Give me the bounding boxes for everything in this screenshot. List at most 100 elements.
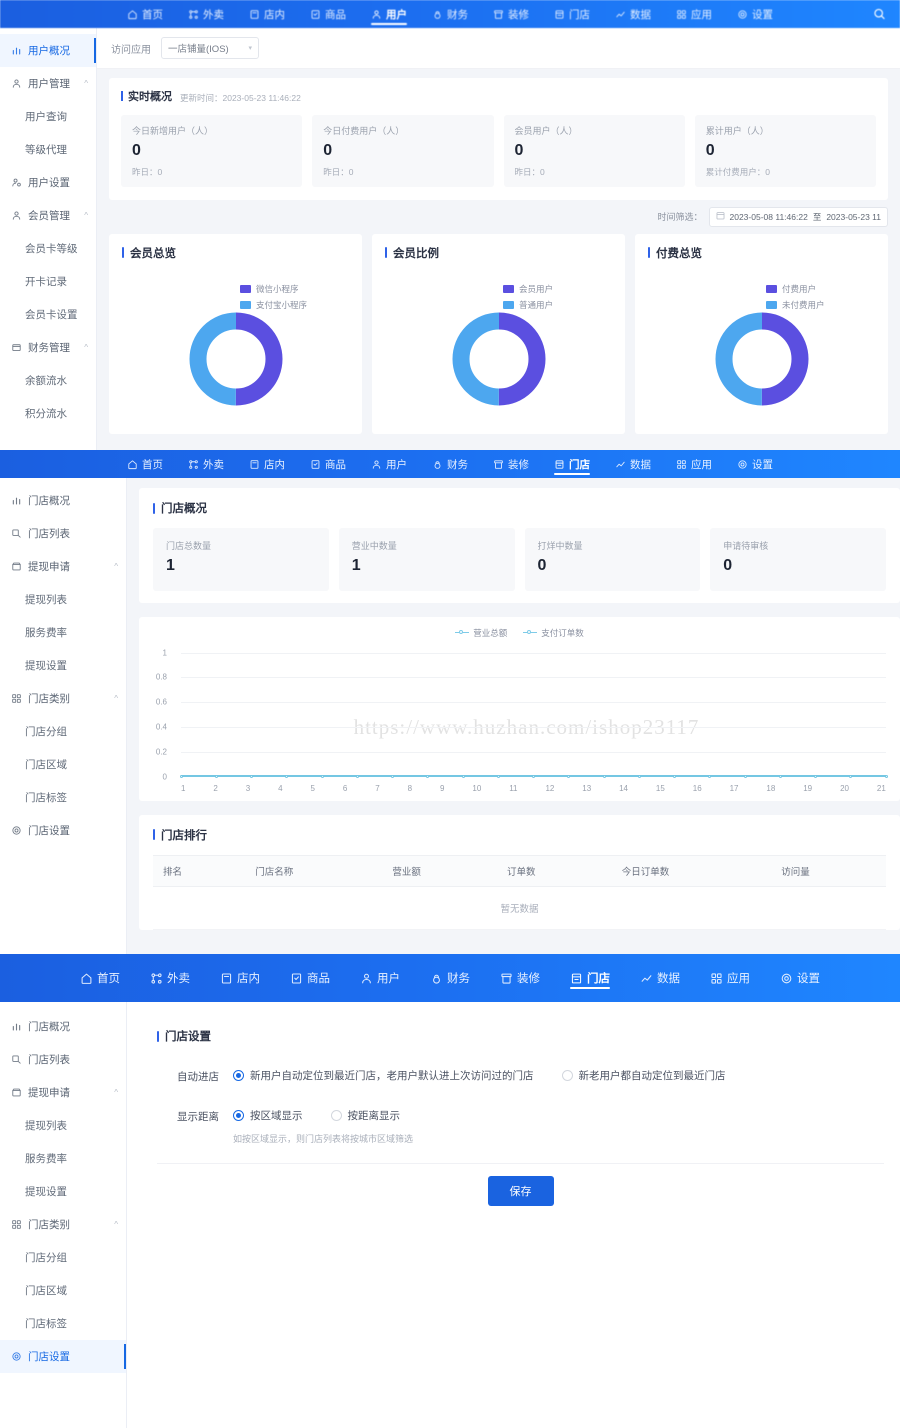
sidebar-item-提现申请[interactable]: 提现申请 ^: [0, 550, 126, 583]
nav-item-门店[interactable]: 门店: [550, 454, 594, 475]
sidebar-item-门店设置[interactable]: 门店设置: [0, 814, 126, 847]
home-icon: [127, 459, 138, 470]
chevron-up-icon[interactable]: ^: [84, 211, 88, 220]
chevron-up-icon[interactable]: ^: [114, 694, 118, 703]
nav-item-首页[interactable]: 首页: [76, 967, 124, 989]
store-icon: [554, 459, 565, 470]
sidebar-item-会员卡等级[interactable]: 会员卡等级: [0, 232, 96, 265]
auto-enter-label: 自动进店: [177, 1071, 219, 1083]
sidebar-item-用户查询[interactable]: 用户查询: [0, 100, 96, 133]
save-button[interactable]: 保存: [487, 1176, 554, 1206]
sidebar-item-门店分组[interactable]: 门店分组: [0, 715, 126, 748]
nav-item-label: 店内: [264, 458, 285, 471]
nav-item-商品[interactable]: 商品: [286, 967, 334, 989]
nav-item-商品[interactable]: 商品: [306, 4, 350, 25]
sidebar-item-提现设置[interactable]: 提现设置: [0, 649, 126, 682]
sidebar-item-门店设置[interactable]: 门店设置: [0, 1340, 126, 1373]
nav-item-用户[interactable]: 用户: [356, 967, 404, 989]
chevron-up-icon[interactable]: ^: [84, 343, 88, 352]
nav-item-首页[interactable]: 首页: [123, 4, 167, 25]
sidebar-item-提现列表[interactable]: 提现列表: [0, 583, 126, 616]
chevron-up-icon[interactable]: ^: [84, 79, 88, 88]
sidebar-item-门店概况[interactable]: 门店概况: [0, 1010, 126, 1043]
nav-item-应用[interactable]: 应用: [706, 967, 754, 989]
radio-indicator[interactable]: [561, 1070, 573, 1081]
sidebar-item-财务管理[interactable]: 财务管理 ^: [0, 331, 96, 364]
nav-item-数据[interactable]: 数据: [611, 454, 655, 475]
sidebar-item-余额流水[interactable]: 余额流水: [0, 364, 96, 397]
sidebar-item-门店区域[interactable]: 门店区域: [0, 1274, 126, 1307]
sidebar-item-服务费率[interactable]: 服务费率: [0, 616, 126, 649]
nav-item-店内[interactable]: 店内: [216, 967, 264, 989]
sidebar-item-服务费率[interactable]: 服务费率: [0, 1142, 126, 1175]
nav-item-应用[interactable]: 应用: [672, 4, 716, 25]
nav-item-店内[interactable]: 店内: [245, 454, 289, 475]
nav-item-外卖[interactable]: 外卖: [184, 4, 228, 25]
sidebar-item-门店概况[interactable]: 门店概况: [0, 484, 126, 517]
sidebar-item-门店区域[interactable]: 门店区域: [0, 748, 126, 781]
sidebar-item-等级代理[interactable]: 等级代理: [0, 133, 96, 166]
nav-item-商品[interactable]: 商品: [306, 454, 350, 475]
chevron-up-icon[interactable]: ^: [114, 562, 118, 571]
nav-item-用户[interactable]: 用户: [367, 454, 411, 475]
radio-indicator[interactable]: [233, 1110, 244, 1121]
date-range-picker[interactable]: 2023-05-08 11:46:22 至 2023-05-23 11: [708, 206, 888, 227]
nav-item-财务[interactable]: 财务: [428, 4, 472, 25]
radio-option[interactable]: 新老用户都自动定位到最近门店: [561, 1068, 726, 1083]
chart-data-point: [567, 774, 571, 778]
nav-item-外卖[interactable]: 外卖: [184, 454, 228, 475]
gear-icon: [737, 9, 748, 20]
chart-legend-item[interactable]: 支付订单数: [523, 627, 584, 639]
nav-item-店内[interactable]: 店内: [245, 4, 289, 25]
nav-item-装修[interactable]: 装修: [496, 967, 544, 989]
sidebar-item-积分流水[interactable]: 积分流水: [0, 397, 96, 430]
nav-item-门店[interactable]: 门店: [566, 967, 614, 989]
radio-option[interactable]: 按距离显示: [330, 1108, 400, 1123]
chevron-up-icon[interactable]: ^: [114, 1220, 118, 1229]
nav-item-数据[interactable]: 数据: [636, 967, 684, 989]
sidebar-item-会员卡设置[interactable]: 会员卡设置: [0, 298, 96, 331]
sidebar-item-门店列表[interactable]: 门店列表: [0, 517, 126, 550]
show-distance-radios: 按区域显示 按距离显示: [233, 1108, 413, 1123]
sidebar-item-用户设置[interactable]: 用户设置: [0, 166, 96, 199]
nav-item-设置[interactable]: 设置: [776, 967, 824, 989]
sidebar-item-门店分组[interactable]: 门店分组: [0, 1241, 126, 1274]
sidebar-item-用户概况[interactable]: 用户概况: [0, 34, 96, 67]
overview-icon: [11, 1021, 22, 1032]
home-icon: [80, 972, 93, 985]
sidebar-item-门店类别[interactable]: 门店类别 ^: [0, 1208, 126, 1241]
stat-value: 1: [351, 557, 361, 574]
sidebar-item-提现申请[interactable]: 提现申请 ^: [0, 1076, 126, 1109]
radio-indicator[interactable]: [233, 1070, 244, 1081]
sidebar-item-提现列表[interactable]: 提现列表: [0, 1109, 126, 1142]
sidebar-item-会员管理[interactable]: 会员管理 ^: [0, 199, 96, 232]
search-icon[interactable]: [873, 8, 886, 21]
chart-data-point: [884, 774, 888, 778]
nav-item-用户[interactable]: 用户: [367, 4, 411, 25]
chevron-up-icon[interactable]: ^: [114, 1088, 118, 1097]
sidebar-item-开卡记录[interactable]: 开卡记录: [0, 265, 96, 298]
nav-item-装修[interactable]: 装修: [489, 4, 533, 25]
nav-item-数据[interactable]: 数据: [611, 4, 655, 25]
nav-item-财务[interactable]: 财务: [428, 454, 472, 475]
sidebar-item-门店列表[interactable]: 门店列表: [0, 1043, 126, 1076]
nav-item-设置[interactable]: 设置: [733, 454, 777, 475]
nav-item-首页[interactable]: 首页: [123, 454, 167, 475]
radio-option[interactable]: 按区域显示: [233, 1108, 303, 1123]
nav-item-设置[interactable]: 设置: [733, 4, 777, 25]
nav-item-门店[interactable]: 门店: [550, 4, 594, 25]
sidebar-item-提现设置[interactable]: 提现设置: [0, 1175, 126, 1208]
sidebar-item-门店类别[interactable]: 门店类别 ^: [0, 682, 126, 715]
nav-item-装修[interactable]: 装修: [489, 454, 533, 475]
sidebar-item-门店标签[interactable]: 门店标签: [0, 1307, 126, 1340]
nav-item-外卖[interactable]: 外卖: [146, 967, 194, 989]
radio-option[interactable]: 新用户自动定位到最近门店，老用户默认进上次访问过的门店: [233, 1068, 534, 1083]
nav-item-财务[interactable]: 财务: [426, 967, 474, 989]
app-select[interactable]: 一店铺量(IOS) ▾: [161, 37, 259, 59]
sidebar-item-门店标签[interactable]: 门店标签: [0, 781, 126, 814]
radio-indicator[interactable]: [330, 1110, 342, 1121]
nav-item-label: 门店: [569, 8, 590, 21]
nav-item-应用[interactable]: 应用: [672, 454, 716, 475]
sidebar-item-用户管理[interactable]: 用户管理 ^: [0, 67, 96, 100]
chart-legend-item[interactable]: 营业总额: [455, 627, 507, 639]
